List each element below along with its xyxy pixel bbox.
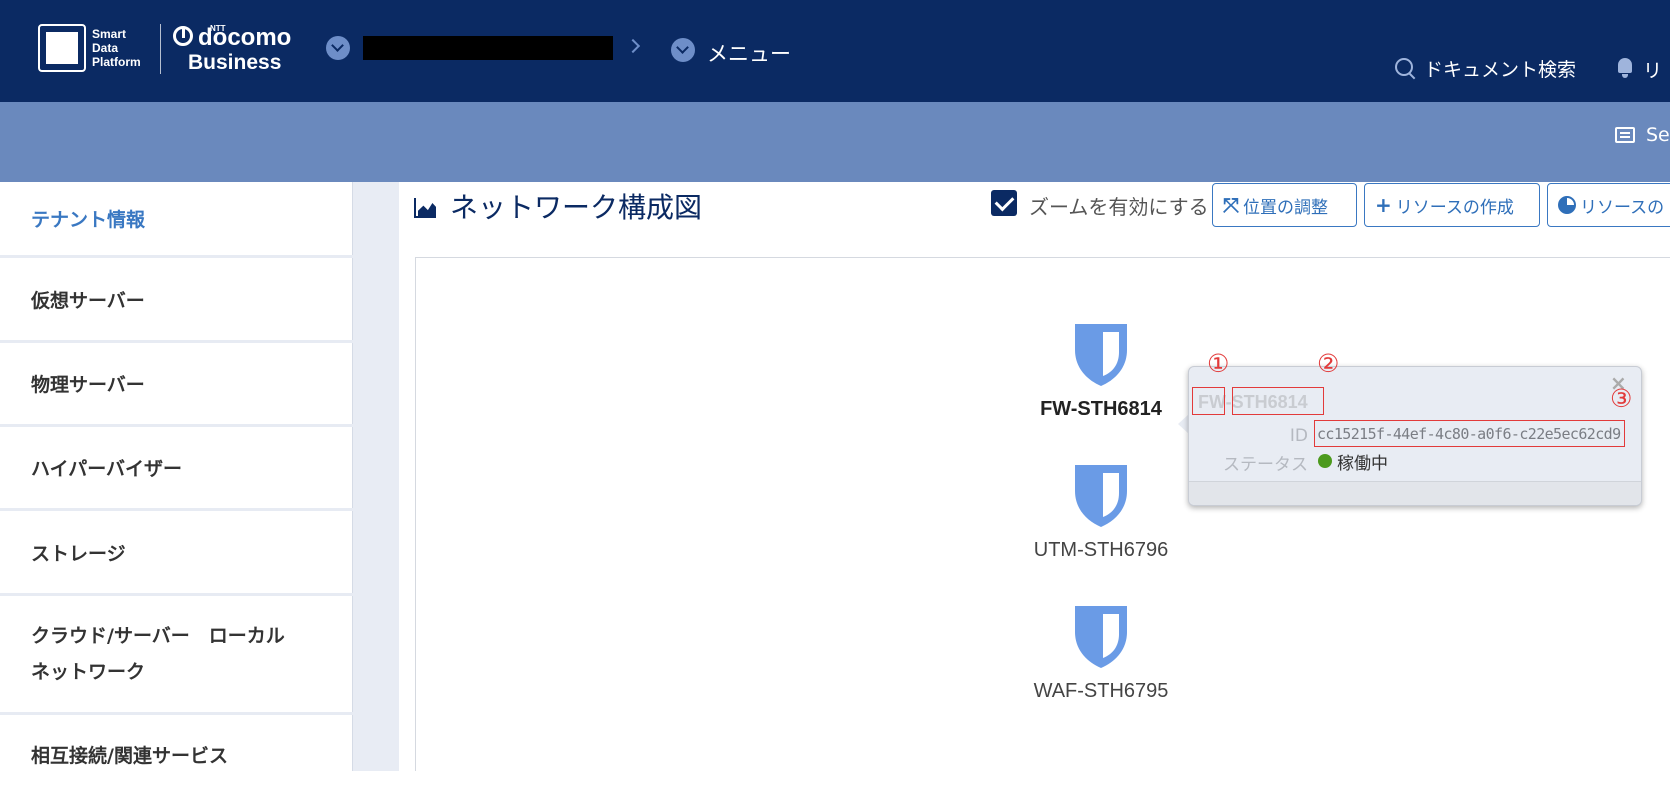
- resource-summary-label: リソースの: [1580, 197, 1665, 218]
- sidebar-item-label: テナント情報: [31, 209, 146, 231]
- document-search-label: ドキュメント検索: [1424, 58, 1577, 81]
- docomo-power-icon: [173, 26, 193, 46]
- sidebar-item-label: ハイパーバイザー: [31, 458, 183, 480]
- docomo-wordmark: docomo: [198, 24, 292, 51]
- tenant-name-redacted[interactable]: [363, 36, 613, 60]
- band-link-label[interactable]: Se: [1646, 124, 1670, 146]
- expand-arrows-icon: ⤧: [1223, 193, 1239, 217]
- utm-shield-icon[interactable]: [1073, 463, 1129, 529]
- smart-data-platform-logo-icon[interactable]: [38, 24, 86, 72]
- logo-divider: [160, 24, 161, 74]
- sidebar-item-hypervisor[interactable]: ハイパーバイザー: [0, 427, 353, 511]
- status-running-dot-icon: [1318, 454, 1332, 468]
- sidebar-item-label: クラウド/サーバー ローカル ネットワーク: [31, 625, 285, 683]
- zoom-enable-checkbox[interactable]: [991, 190, 1017, 216]
- waf-shield-icon[interactable]: [1073, 604, 1129, 670]
- node-label-waf[interactable]: WAF-STH6795: [1001, 680, 1201, 703]
- list-icon[interactable]: [1615, 127, 1635, 143]
- breadcrumb-menu[interactable]: メニュー: [707, 38, 791, 68]
- annotation-box-3: [1314, 420, 1625, 447]
- area-chart-icon: [414, 198, 436, 218]
- sidebar-gutter: [353, 182, 399, 771]
- top-header: Smart Data Platform NTT docomo Business: [0, 0, 1670, 102]
- node-label-utm[interactable]: UTM-STH6796: [1001, 539, 1201, 562]
- sidebar-item-label: 相互接続/関連サービス: [31, 745, 228, 767]
- annotation-number-3: ③: [1610, 384, 1633, 413]
- zoom-enable-label[interactable]: ズームを有効にする: [1029, 191, 1209, 220]
- business-wordmark: Business: [188, 51, 282, 74]
- tenant-dropdown-icon[interactable]: [326, 36, 350, 60]
- annotation-number-1: ①: [1207, 349, 1230, 378]
- bell-icon[interactable]: [1615, 58, 1635, 78]
- adjust-position-button[interactable]: ⤧ 位置の調整: [1212, 183, 1357, 227]
- resource-summary-button[interactable]: リソースの: [1547, 183, 1670, 227]
- sidebar-item-label: 物理サーバー: [31, 374, 145, 396]
- plus-icon: +: [1375, 193, 1392, 217]
- sidebar-item-interconnect[interactable]: 相互接続/関連サービス: [0, 715, 353, 795]
- notifications-label[interactable]: リ: [1643, 56, 1662, 83]
- search-icon: [1394, 57, 1416, 79]
- annotation-number-2: ②: [1317, 349, 1340, 378]
- sidebar-item-label: 仮想サーバー: [31, 289, 145, 312]
- page-title: ネットワーク構成図: [450, 191, 703, 224]
- firewall-shield-icon[interactable]: [1073, 322, 1129, 388]
- sdp-logo-text: Smart Data Platform: [92, 27, 141, 69]
- adjust-position-label: 位置の調整: [1243, 197, 1328, 218]
- popup-status-key: ステータス: [1223, 455, 1308, 475]
- popup-status-value: 稼働中: [1337, 454, 1388, 474]
- popup-footer: [1189, 481, 1641, 505]
- annotation-box-2: [1232, 387, 1324, 415]
- sidebar-item-storage[interactable]: ストレージ: [0, 511, 353, 596]
- sidebar-item-physical-server[interactable]: 物理サーバー: [0, 343, 353, 427]
- sidebar-item-cloud-local-network[interactable]: クラウド/サーバー ローカル ネットワーク: [0, 596, 353, 715]
- document-search-link[interactable]: ドキュメント検索: [1394, 56, 1577, 81]
- menu-dropdown-icon[interactable]: [671, 38, 695, 62]
- sub-header-band: [0, 102, 1670, 182]
- create-resource-button[interactable]: + リソースの作成: [1364, 183, 1540, 227]
- popup-id-key: ID: [1289, 426, 1308, 446]
- sidebar-item-label: ストレージ: [31, 542, 126, 565]
- annotation-box-1: [1192, 387, 1225, 415]
- node-label-fw[interactable]: FW-STH6814: [1001, 398, 1201, 421]
- sidebar-item-virtual-server[interactable]: 仮想サーバー: [0, 258, 353, 343]
- pie-chart-icon: [1558, 196, 1576, 214]
- sidebar-item-tenant-info[interactable]: テナント情報: [0, 182, 353, 258]
- create-resource-label: リソースの作成: [1395, 197, 1514, 218]
